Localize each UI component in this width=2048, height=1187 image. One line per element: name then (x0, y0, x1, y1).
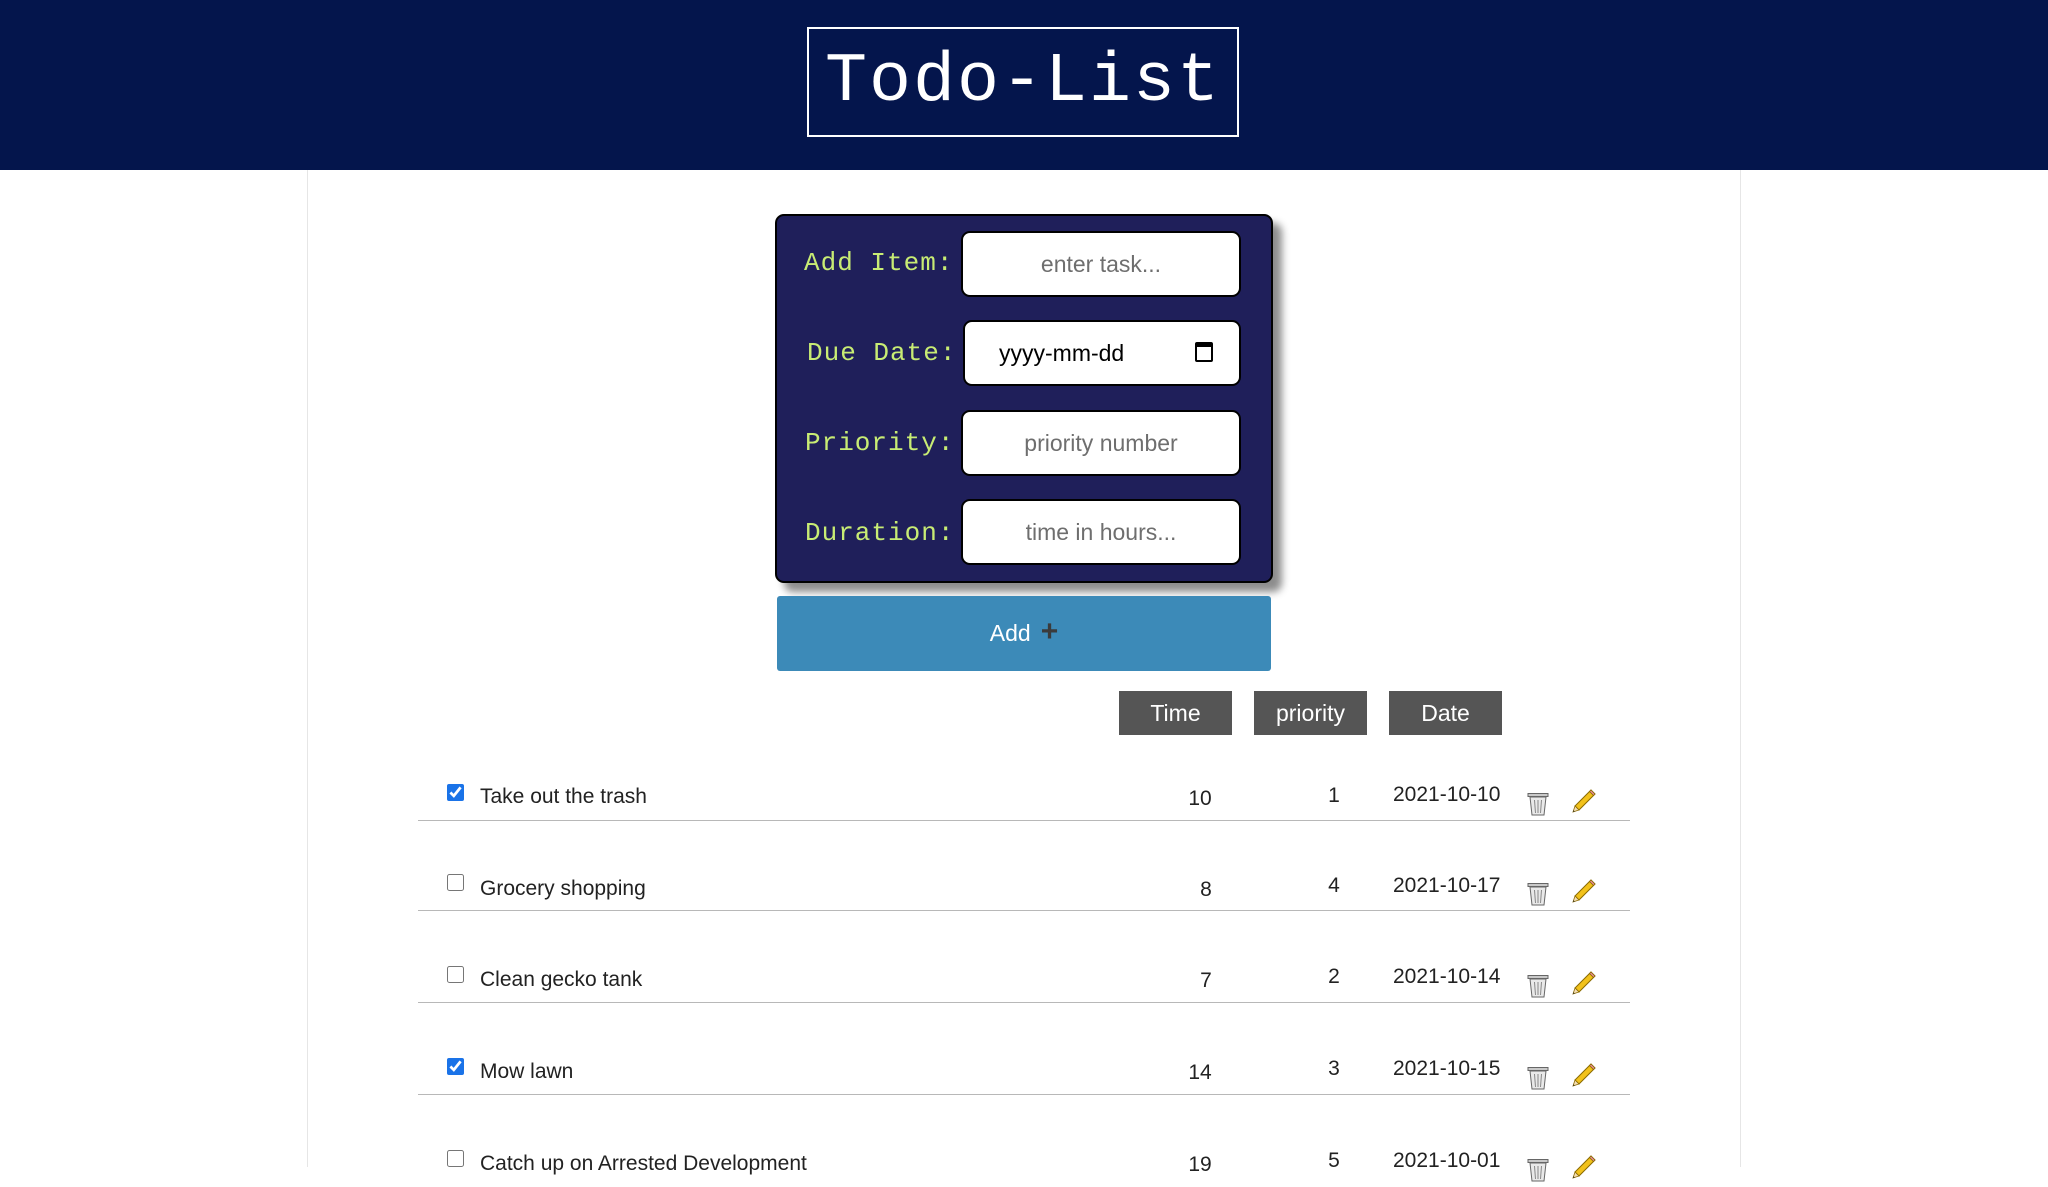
task-date: 2021-10-10 (1393, 783, 1501, 806)
task-priority: 2 (1328, 965, 1340, 988)
task-checkbox[interactable] (447, 1058, 464, 1075)
add-item-label: Add Item: (804, 248, 954, 278)
pencil-icon[interactable] (1571, 1062, 1597, 1088)
calendar-icon[interactable] (1195, 342, 1213, 362)
pencil-icon[interactable] (1571, 970, 1597, 996)
task-date: 2021-10-15 (1393, 1057, 1501, 1080)
pencil-icon[interactable] (1571, 788, 1597, 814)
due-date-label: Due Date: (807, 338, 957, 368)
task-checkbox[interactable] (447, 966, 464, 983)
plus-icon: + (1040, 615, 1059, 648)
task-name: Mow lawn (480, 1060, 574, 1083)
trash-icon[interactable] (1527, 792, 1549, 816)
pencil-icon[interactable] (1571, 1154, 1597, 1180)
duration-input[interactable] (961, 499, 1241, 565)
task-row: Mow lawn 14 3 2021-10-15 (418, 1003, 1630, 1095)
due-date-input[interactable]: yyyy-mm-dd (963, 320, 1241, 386)
task-priority: 1 (1328, 784, 1340, 807)
task-time: 10 (1188, 787, 1212, 810)
add-item-input[interactable] (961, 231, 1241, 297)
due-date-placeholder: yyyy-mm-dd (999, 340, 1125, 366)
task-name: Catch up on Arrested Development (480, 1152, 807, 1175)
priority-input[interactable] (961, 410, 1241, 476)
add-button-label: Add (989, 620, 1031, 646)
duration-label: Duration: (805, 518, 955, 548)
task-row: Clean gecko tank 7 2 2021-10-14 (418, 911, 1630, 1003)
trash-icon[interactable] (1527, 974, 1549, 998)
trash-icon[interactable] (1527, 1158, 1549, 1182)
task-row: Take out the trash 10 1 2021-10-10 (418, 729, 1630, 821)
task-name: Grocery shopping (480, 877, 646, 900)
task-date: 2021-10-14 (1393, 965, 1501, 988)
page-title: Todo-List (807, 27, 1239, 137)
header-bar: Todo-List (0, 0, 2048, 170)
task-time: 8 (1200, 878, 1212, 901)
pencil-icon[interactable] (1571, 878, 1597, 904)
task-checkbox[interactable] (447, 874, 464, 891)
task-row: Catch up on Arrested Development 19 5 20… (418, 1095, 1630, 1187)
task-name: Clean gecko tank (480, 968, 643, 991)
task-time: 14 (1188, 1061, 1212, 1084)
task-date: 2021-10-01 (1393, 1149, 1501, 1172)
trash-icon[interactable] (1527, 882, 1549, 906)
task-time: 7 (1200, 969, 1212, 992)
task-priority: 5 (1328, 1149, 1340, 1172)
trash-icon[interactable] (1527, 1066, 1549, 1090)
task-time: 19 (1188, 1153, 1212, 1176)
task-priority: 3 (1328, 1057, 1340, 1080)
task-priority: 4 (1328, 874, 1340, 897)
task-row: Grocery shopping 8 4 2021-10-17 (418, 819, 1630, 911)
add-task-button[interactable]: Add + (777, 596, 1271, 671)
task-checkbox[interactable] (447, 784, 464, 801)
task-name: Take out the trash (480, 785, 647, 808)
priority-label: Priority: (805, 428, 955, 458)
task-date: 2021-10-17 (1393, 874, 1501, 897)
task-checkbox[interactable] (447, 1150, 464, 1167)
